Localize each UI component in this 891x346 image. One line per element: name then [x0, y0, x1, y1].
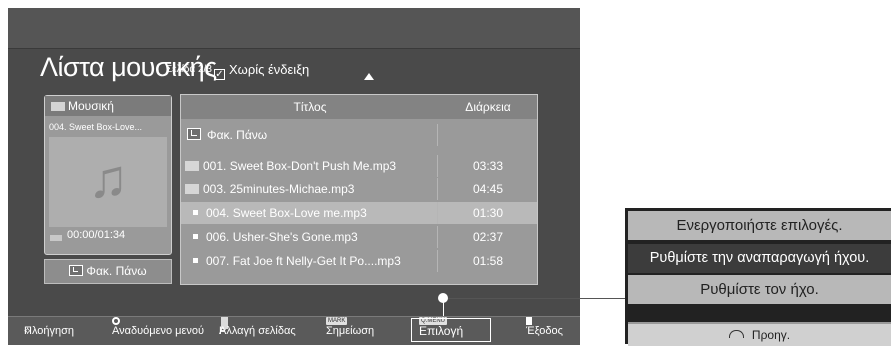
file-list: Τίτλος Διάρκεια Φακ. Πάνω 001. Sweet Box…: [180, 94, 538, 285]
page-change-label: Αλλαγή σελίδας: [219, 325, 296, 337]
folder-up-button[interactable]: Φακ. Πάνω: [44, 259, 172, 284]
menu-item-sound-settings[interactable]: Ρυθμίστε τον ήχο.: [628, 275, 891, 304]
item-name: 007. Fat Joe ft Nelly-Get It Po....mp3: [206, 254, 401, 268]
album-art: ♫: [49, 137, 167, 227]
menu-item-enable-options[interactable]: Ενεργοποιήστε επιλογές.: [628, 211, 891, 240]
top-band: [8, 8, 580, 49]
playback-time: 00:00/01:34: [67, 229, 126, 241]
preview-folder-label: Μουσική: [68, 99, 114, 113]
item-name: 004. Sweet Box-Love me.mp3: [206, 206, 367, 220]
item-name: Φακ. Πάνω: [207, 128, 268, 142]
item-duration: 03:33: [472, 159, 504, 173]
list-item-folder-up[interactable]: Φακ. Πάνω: [181, 124, 537, 146]
menu-item-playback-settings[interactable]: Ρυθμίστε την αναπαραγωγή ήχου.: [628, 244, 891, 273]
list-item[interactable]: 007. Fat Joe ft Nelly-Get It Po....mp3 0…: [181, 250, 537, 272]
folder-icon: [185, 161, 199, 171]
folder-icon: [185, 184, 199, 194]
exit-label: Έξοδος: [526, 325, 563, 337]
audio-file-icon: [193, 210, 198, 215]
progress-bar: [50, 235, 62, 241]
list-header: Τίτλος Διάρκεια: [181, 95, 537, 119]
folder-icon: [51, 102, 65, 111]
key-guide-bar: ⟡ Πλοήγηση Αναδυόμενο μενού P Αλλαγή σελί…: [8, 316, 580, 345]
list-item[interactable]: 001. Sweet Box-Don't Push Me.mp3 03:33: [181, 155, 537, 177]
previous-label: Προηγ.: [751, 328, 791, 342]
option-highlight-box: [411, 318, 491, 342]
folder-up-icon: [69, 265, 84, 276]
scroll-up-arrow-icon[interactable]: [364, 73, 374, 80]
menu-item-previous[interactable]: Προηγ.: [628, 322, 891, 346]
audio-file-icon: [193, 258, 198, 263]
item-duration: 04:45: [472, 182, 504, 196]
option-menu: Ενεργοποιήστε επιλογές. Ρυθμίστε την ανα…: [625, 208, 891, 346]
mark-label: Σημείωση: [326, 325, 375, 337]
popup-menu-label: Αναδυόμενο μενού: [112, 325, 205, 337]
list-item[interactable]: 006. Usher-She's Gone.mp3 02:37: [181, 226, 537, 248]
item-duration: 02:37: [472, 230, 504, 244]
navigation-label: Πλοήγηση: [24, 325, 75, 337]
item-duration: 01:30: [472, 206, 504, 220]
preview-panel: Μουσική 004. Sweet Box-Love... ♫ 00:00/0…: [44, 95, 172, 255]
no-hint-label: Χωρίς ένδειξη: [229, 62, 310, 77]
callout-dot: [438, 293, 448, 303]
list-item-selected[interactable]: 004. Sweet Box-Love me.mp3 01:30: [181, 202, 537, 224]
no-hint-checkbox[interactable]: ✓: [214, 69, 225, 80]
audio-file-icon: [193, 234, 198, 239]
preview-song-title: 004. Sweet Box-Love...: [49, 122, 143, 132]
folder-up-label: Φακ. Πάνω: [86, 264, 147, 278]
item-duration: 01:58: [472, 254, 504, 268]
return-icon: [728, 330, 744, 338]
folder-up-icon: [187, 128, 201, 140]
item-name: 006. Usher-She's Gone.mp3: [206, 230, 358, 244]
music-note-icon: ♫: [87, 149, 129, 209]
page-indicator: Σελίδα 2/3: [166, 64, 212, 75]
column-title: Τίτλος: [293, 100, 327, 114]
item-name: 001. Sweet Box-Don't Push Me.mp3: [203, 159, 397, 173]
preview-header: Μουσική: [45, 96, 171, 116]
column-duration: Διάρκεια: [465, 100, 511, 114]
item-name: 003. 25minutes-Michae.mp3: [203, 182, 355, 196]
callout-line: [443, 298, 629, 299]
list-item[interactable]: 003. 25minutes-Michae.mp3 04:45: [181, 178, 537, 200]
